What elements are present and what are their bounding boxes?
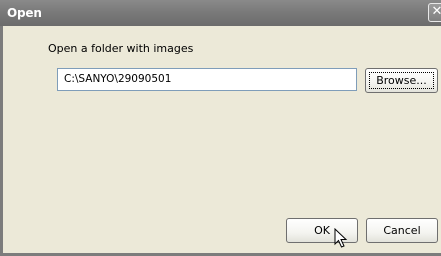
prompt-label: Open a folder with images	[48, 42, 194, 55]
browse-button-label: Browse...	[376, 74, 427, 87]
window-title: Open	[7, 6, 42, 20]
title-bar[interactable]: Open ✕	[0, 0, 441, 26]
close-icon: ✕	[431, 4, 441, 19]
open-dialog: Open ✕ Open a folder with images C:\SANY…	[0, 0, 441, 256]
close-button[interactable]: ✕	[428, 3, 441, 22]
folder-path-input[interactable]: C:\SANYO\29090501	[57, 68, 357, 91]
cancel-button-label: Cancel	[383, 224, 421, 237]
ok-button-label: OK	[314, 224, 330, 237]
browse-button[interactable]: Browse...	[365, 68, 438, 93]
cancel-button[interactable]: Cancel	[366, 218, 438, 243]
mouse-pointer-icon	[334, 228, 348, 248]
